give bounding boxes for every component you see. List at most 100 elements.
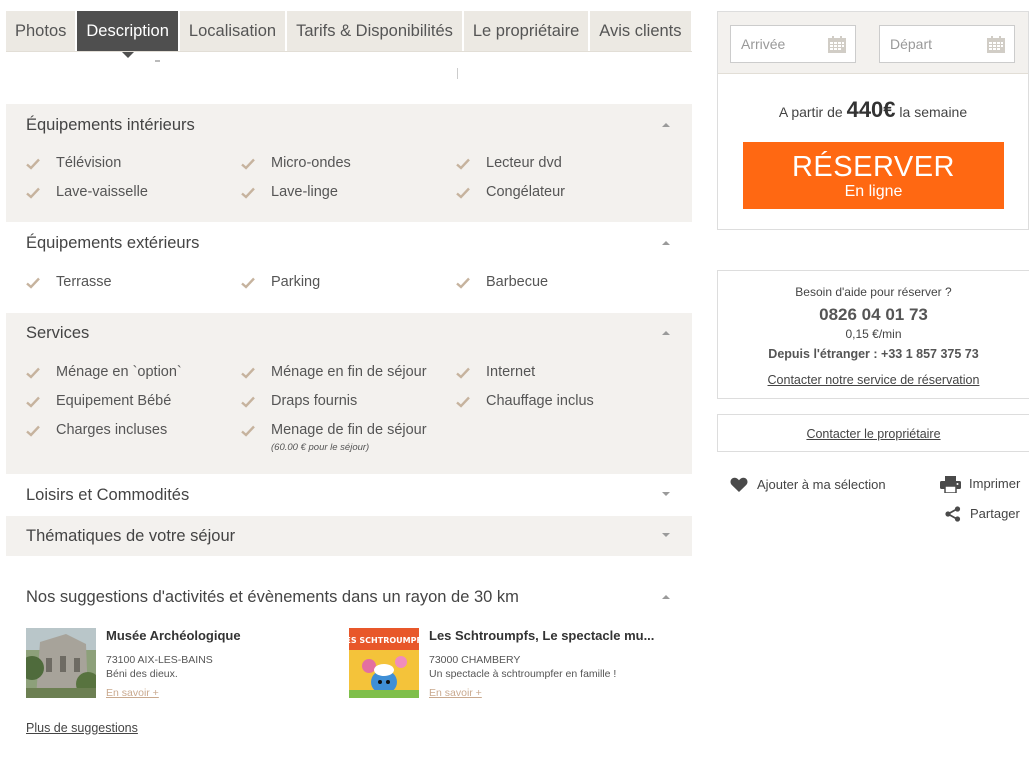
check-icon xyxy=(241,277,255,289)
schtroumpfs-poster[interactable]: LES SCHTROUMPFS xyxy=(349,628,419,698)
item-label: Lave-linge xyxy=(271,184,338,200)
check-icon xyxy=(456,187,470,199)
check-icon xyxy=(241,425,255,437)
check-icon xyxy=(26,367,40,379)
expand-icon[interactable] xyxy=(662,533,670,537)
check-icon xyxy=(456,277,470,289)
collapse-icon[interactable] xyxy=(662,241,670,245)
suggestion-city: 73000 CHAMBERY xyxy=(429,654,521,666)
help-phone-number: 0826 04 01 73 xyxy=(819,305,928,324)
section-title[interactable]: Équipements extérieurs xyxy=(26,234,199,253)
item-label: Micro-ondes xyxy=(271,155,351,171)
tabs-divider xyxy=(6,51,692,52)
section-services: Services Ménage en `option` Ménage en fi… xyxy=(6,313,692,474)
svg-text:LES SCHTROUMPFS: LES SCHTROUMPFS xyxy=(349,636,419,645)
tab-avis[interactable]: Avis clients xyxy=(590,11,691,51)
calendar-icon[interactable] xyxy=(828,36,846,53)
share-label: Partager xyxy=(970,506,1020,521)
suggestion-description: Béni des dieux. xyxy=(106,668,178,680)
tab-proprietaire[interactable]: Le propriétaire xyxy=(463,11,589,51)
item-label: Internet xyxy=(486,364,536,380)
help-title: Besoin d'aide pour réserver ? xyxy=(795,285,952,299)
check-icon xyxy=(456,367,470,379)
suggestion-card-schtroumpfs[interactable]: LES SCHTROUMPFS Les Schtroumpfs, Le spec… xyxy=(349,628,669,700)
print-button[interactable]: Imprimer xyxy=(940,476,1025,494)
item-label: Terrasse xyxy=(56,274,112,290)
price-line: A partir de 440€ la semaine xyxy=(718,97,1028,123)
printer-icon xyxy=(940,476,961,496)
tab-localisation[interactable]: Localisation xyxy=(179,11,286,51)
add-selection-label: Ajouter à ma sélection xyxy=(757,477,886,492)
suggestion-card-musee[interactable]: Musée Archéologique 73100 AIX-LES-BAINS … xyxy=(26,628,346,700)
item-label: Lave-vaisselle xyxy=(56,184,148,200)
reserve-sublabel: En ligne xyxy=(844,183,903,200)
suggestion-description: Un spectacle à schtroumpfer en famille ! xyxy=(429,668,617,680)
check-icon xyxy=(241,158,255,170)
expand-icon[interactable] xyxy=(662,492,670,496)
section-title[interactable]: Thématiques de votre séjour xyxy=(26,527,235,546)
reserve-button[interactable]: RÉSERVER En ligne xyxy=(743,142,1004,209)
more-suggestions-link[interactable]: Plus de suggestions xyxy=(26,721,138,735)
item-label: Barbecue xyxy=(486,274,549,290)
arrival-date-field[interactable]: Arrivée xyxy=(730,25,856,63)
section-equipements-interieurs: Équipements intérieurs Télévision Micro-… xyxy=(6,104,692,222)
item-label: Lecteur dvd xyxy=(486,155,562,171)
departure-date-field[interactable]: Départ xyxy=(879,25,1015,63)
price-prefix: A partir de xyxy=(778,104,843,120)
check-icon xyxy=(26,396,40,408)
suggestion-name[interactable]: Les Schtroumpfs, Le spectacle mu... xyxy=(429,628,654,643)
item-label: Chauffage inclus xyxy=(486,393,594,409)
date-selector: Arrivée Départ xyxy=(718,12,1028,74)
heart-icon xyxy=(730,477,748,496)
collapse-icon[interactable] xyxy=(662,331,670,335)
en-savoir-plus-link[interactable]: En savoir + xyxy=(429,687,482,699)
check-icon xyxy=(241,367,255,379)
arrival-placeholder: Arrivée xyxy=(741,36,786,52)
add-to-selection-button[interactable]: Ajouter à ma sélection xyxy=(730,477,900,495)
item-label: Télévision xyxy=(56,155,122,171)
collapse-icon[interactable] xyxy=(662,123,670,127)
section-loisirs[interactable]: Loisirs et Commodités xyxy=(6,475,692,516)
item-price-note: (60.00 € pour le séjour) xyxy=(271,442,370,453)
price-suffix: la semaine xyxy=(899,104,968,120)
help-panel: Besoin d'aide pour réserver ? 0826 04 01… xyxy=(717,270,1029,399)
help-call-rate: 0,15 €/min xyxy=(845,327,902,341)
section-title[interactable]: Services xyxy=(26,324,89,343)
contact-owner-box[interactable]: Contacter le propriétaire xyxy=(717,414,1029,452)
suggestion-name[interactable]: Musée Archéologique xyxy=(106,628,241,643)
tab-bar: Photos Description Localisation Tarifs &… xyxy=(6,11,693,58)
item-label: Congélateur xyxy=(486,184,565,200)
item-label: Ménage en `option` xyxy=(56,364,182,380)
contact-owner-link[interactable]: Contacter le propriétaire xyxy=(718,427,1029,441)
section-title[interactable]: Loisirs et Commodités xyxy=(26,486,189,505)
section-thematiques[interactable]: Thématiques de votre séjour xyxy=(6,516,692,556)
calendar-icon[interactable] xyxy=(987,36,1005,53)
suggestion-city: 73100 AIX-LES-BAINS xyxy=(106,654,213,666)
print-label: Imprimer xyxy=(969,476,1021,491)
truncated-text-fragment xyxy=(155,60,160,62)
en-savoir-plus-link[interactable]: En savoir + xyxy=(106,687,159,699)
collapse-icon[interactable] xyxy=(662,595,670,599)
check-icon xyxy=(26,158,40,170)
suggestions-title: Nos suggestions d'activités et évènement… xyxy=(26,588,519,606)
check-icon xyxy=(26,425,40,437)
share-icon xyxy=(945,506,961,525)
item-label: Menage de fin de séjour xyxy=(271,422,427,438)
help-international-number: Depuis l'étranger : +33 1 857 375 73 xyxy=(768,347,979,361)
tab-tarifs[interactable]: Tarifs & Disponibilités xyxy=(287,11,462,51)
column-divider xyxy=(457,68,458,79)
check-icon xyxy=(26,187,40,199)
booking-panel: Arrivée Départ A partir de 440€ la semai… xyxy=(717,11,1029,230)
item-label: Draps fournis xyxy=(271,393,358,409)
item-label: Charges incluses xyxy=(56,422,168,438)
section-title[interactable]: Équipements intérieurs xyxy=(26,116,195,135)
item-label: Parking xyxy=(271,274,321,290)
check-icon xyxy=(456,396,470,408)
share-button[interactable]: Partager xyxy=(945,506,1025,524)
tab-photos[interactable]: Photos xyxy=(6,11,76,51)
tab-description[interactable]: Description xyxy=(77,11,178,58)
contact-service-link[interactable]: Contacter notre service de réservation xyxy=(718,373,1029,387)
item-label: Equipement Bébé xyxy=(56,393,172,409)
museum-photo[interactable] xyxy=(26,628,96,698)
reserve-label: RÉSERVER xyxy=(791,151,956,183)
